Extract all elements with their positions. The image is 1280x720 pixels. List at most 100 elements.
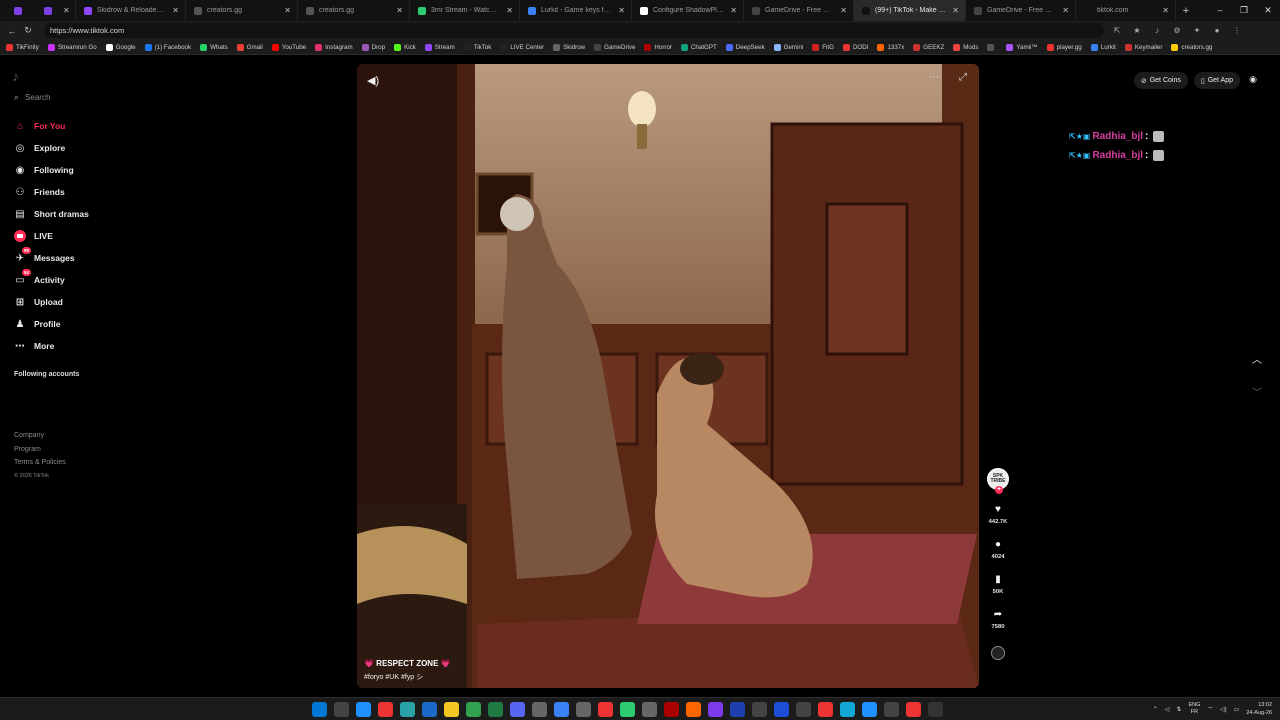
taskbar-app-icon[interactable] — [466, 702, 481, 717]
taskbar-app-icon[interactable] — [884, 702, 899, 717]
taskbar-app-icon[interactable] — [752, 702, 767, 717]
taskbar-app-icon[interactable] — [664, 702, 679, 717]
media-icon[interactable]: ♪ — [1150, 26, 1164, 35]
taskbar-app-icon[interactable] — [840, 702, 855, 717]
browser-tab[interactable]: creators.gg ✕ — [298, 0, 410, 21]
bookmark-item[interactable]: Kick — [394, 43, 416, 51]
bookmark-item[interactable]: creators.gg — [1171, 43, 1212, 51]
next-video-chevron-icon[interactable]: ﹀ — [1252, 384, 1262, 399]
taskbar-app-icon[interactable] — [510, 702, 525, 717]
browser-tab[interactable]: tiktok.com ✕ — [1076, 0, 1176, 21]
close-window-button[interactable]: ✕ — [1256, 0, 1280, 21]
bookmark-item[interactable]: player.gg — [1046, 43, 1082, 51]
taskbar-app-icon[interactable] — [620, 702, 635, 717]
bookmark-item[interactable] — [987, 43, 997, 51]
battery-icon[interactable]: ▭ — [1234, 706, 1240, 713]
follow-plus-icon[interactable]: + — [995, 486, 1003, 494]
bookmark-item[interactable]: Skidrow — [553, 43, 585, 51]
tab-close-icon[interactable]: ✕ — [172, 6, 179, 15]
bookmark-item[interactable]: LIVE Center — [500, 43, 544, 51]
comment-button[interactable]: ● 4024 — [985, 539, 1011, 560]
bookmark-item[interactable]: Yamii™ — [1006, 43, 1038, 51]
sidebar-item-profile[interactable]: ♟ Profile — [13, 313, 89, 335]
workspace-icon[interactable] — [14, 6, 22, 15]
bookmark-item[interactable]: Streamrun Go — [47, 43, 97, 51]
tab-close-icon[interactable]: ✕ — [840, 6, 847, 15]
browser-tab[interactable]: ✕ — [36, 0, 76, 21]
like-button[interactable]: ♥ 442.7K — [985, 504, 1011, 525]
bookmark-item[interactable]: TikFinity — [6, 43, 39, 51]
sidebar-item-following[interactable]: ◉ Following — [13, 159, 89, 181]
browser-tab[interactable]: (99+) TikTok - Make Your D ✕ — [854, 0, 966, 21]
bookmark-item[interactable]: Gmail — [236, 43, 263, 51]
taskbar-app-icon[interactable] — [730, 702, 745, 717]
taskbar-app-icon[interactable] — [686, 702, 701, 717]
taskbar-app-icon[interactable] — [818, 702, 833, 717]
bookmark-item[interactable]: Whats — [200, 43, 228, 51]
sidebar-item-upload[interactable]: ⊞ Upload — [13, 291, 89, 313]
video-hashtags[interactable]: #foryo #UK #fyp シ — [364, 672, 423, 682]
bookmark-item[interactable]: Instagram — [315, 43, 353, 51]
bookmark-item[interactable]: Mods — [953, 43, 978, 51]
minimize-button[interactable]: – — [1208, 0, 1232, 21]
taskbar-app-icon[interactable] — [554, 702, 569, 717]
start-menu-icon[interactable] — [312, 702, 327, 717]
get-app-button[interactable]: ▯ Get App — [1193, 72, 1240, 89]
share-page-icon[interactable]: ⇱ — [1110, 26, 1124, 35]
taskbar-app-icon[interactable] — [422, 702, 437, 717]
taskbar-app-icon[interactable] — [862, 702, 877, 717]
bookmark-item[interactable]: Gemini — [773, 43, 803, 51]
reload-icon[interactable]: ↻ — [20, 25, 36, 36]
tab-close-icon[interactable]: ✕ — [63, 6, 70, 15]
taskbar-app-icon[interactable] — [708, 702, 723, 717]
taskbar-app-icon[interactable] — [444, 702, 459, 717]
taskbar-app-icon[interactable] — [576, 702, 591, 717]
bookmark-item[interactable]: Google — [105, 43, 136, 51]
tab-close-icon[interactable]: ✕ — [506, 6, 513, 15]
sidebar-item-messages[interactable]: ✈ 99 Messages — [13, 247, 89, 269]
bookmark-item[interactable]: DeepSeek — [725, 43, 765, 51]
browser-tab[interactable]: creators.gg ✕ — [186, 0, 298, 21]
sidebar-item-explore[interactable]: ◎ Explore — [13, 137, 89, 159]
volume-icon[interactable]: ◀) — [367, 74, 379, 87]
bookmark-item[interactable]: Lurkit — [1090, 43, 1116, 51]
bookmark-item[interactable]: GameDrive — [594, 43, 635, 51]
taskbar-app-icon[interactable] — [928, 702, 943, 717]
expand-icon[interactable]: ⤢ — [959, 72, 967, 83]
maximize-button[interactable]: ❐ — [1232, 0, 1256, 21]
creator-avatar[interactable]: SPK TRIBE + — [987, 468, 1009, 494]
network-tray-icon[interactable]: ⇅ — [1176, 706, 1181, 713]
bookmark-item[interactable]: Drop — [361, 43, 385, 51]
bookmark-item[interactable]: Stream — [424, 43, 455, 51]
get-coins-button[interactable]: ⊘ Get Coins — [1133, 72, 1188, 89]
save-button[interactable]: ▮ 50K — [985, 574, 1011, 595]
share-button[interactable]: ➦ 7580 — [985, 609, 1011, 630]
language-indicator[interactable]: ENG FR — [1188, 702, 1200, 716]
browser-tab[interactable]: Lurkit - Game keys for conte ✕ — [520, 0, 632, 21]
search-input[interactable]: ⌕ Search — [14, 92, 50, 103]
extensions-puzzle-icon[interactable]: ✦ — [1190, 26, 1204, 35]
back-icon[interactable]: ← — [4, 26, 20, 36]
tray-chevron-icon[interactable]: ⌃ — [1153, 706, 1158, 713]
bookmark-item[interactable]: FitG — [812, 43, 834, 51]
tiktok-logo-icon[interactable]: ♪ — [12, 68, 19, 84]
taskbar-app-icon[interactable] — [796, 702, 811, 717]
sidebar-item-activity[interactable]: ▭ 54 Activity — [13, 269, 89, 291]
taskbar-app-icon[interactable] — [598, 702, 613, 717]
taskbar-app-icon[interactable] — [642, 702, 657, 717]
wifi-icon[interactable]: ⌔ — [1207, 705, 1213, 713]
bookmark-item[interactable]: YouTube — [271, 43, 306, 51]
taskbar-app-icon[interactable] — [400, 702, 415, 717]
speaker-tray-icon[interactable]: ◁ — [1165, 706, 1170, 713]
bookmark-item[interactable]: (1) Facebook — [144, 43, 191, 51]
tab-close-icon[interactable]: ✕ — [284, 6, 291, 15]
bookmark-item[interactable]: TikTok — [463, 43, 491, 51]
taskbar-app-icon[interactable] — [356, 702, 371, 717]
new-tab-button[interactable]: + — [1176, 5, 1196, 17]
bookmark-item[interactable]: ChatGPT — [680, 43, 717, 51]
tab-close-icon[interactable]: ✕ — [396, 6, 403, 15]
footer-company-link[interactable]: Company — [14, 429, 66, 443]
volume-tray-icon[interactable]: ◁) — [1220, 706, 1227, 713]
user-avatar-icon[interactable]: ◉ — [1246, 74, 1260, 88]
sidebar-item-live[interactable]: LIVE — [13, 225, 89, 247]
